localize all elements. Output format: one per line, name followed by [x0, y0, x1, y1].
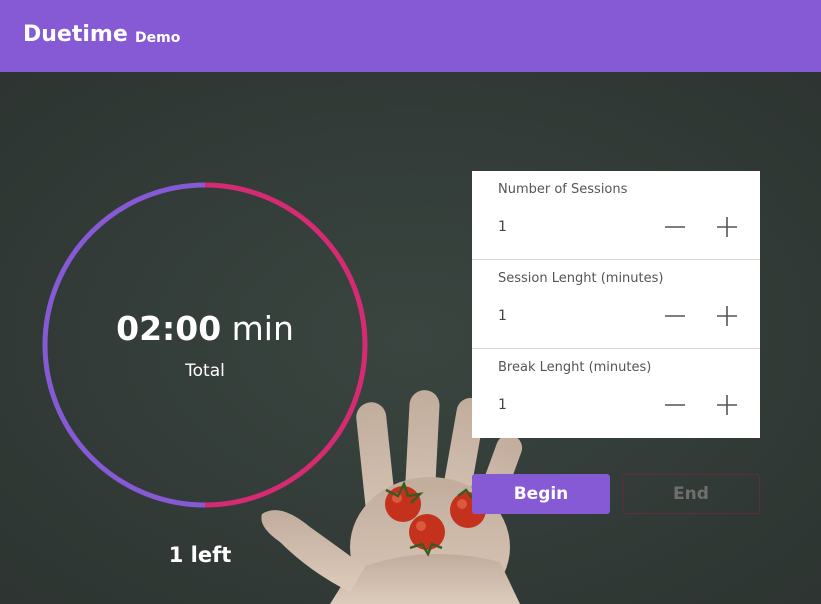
- settings-panel: Number of Sessions 1 Session Lenght (min…: [472, 171, 760, 438]
- timer-display: 02:00 min: [40, 309, 370, 349]
- timer-total-label: Total: [185, 361, 225, 381]
- end-button[interactable]: End: [622, 474, 760, 514]
- setting-row-session-length: Session Lenght (minutes) 1: [472, 260, 760, 349]
- setting-row-number-of-sessions: Number of Sessions 1: [472, 171, 760, 260]
- minus-icon[interactable]: [662, 214, 688, 240]
- begin-button[interactable]: Begin: [472, 474, 610, 514]
- setting-label: Session Lenght (minutes): [498, 271, 664, 286]
- plus-icon[interactable]: [714, 392, 740, 418]
- setting-label: Break Lenght (minutes): [498, 360, 652, 375]
- setting-value: 1: [498, 219, 507, 235]
- setting-label: Number of Sessions: [498, 182, 628, 197]
- minus-icon[interactable]: [662, 303, 688, 329]
- plus-icon[interactable]: [714, 303, 740, 329]
- timer-time-value: 02:00: [116, 309, 222, 348]
- setting-row-break-length: Break Lenght (minutes) 1: [472, 349, 760, 438]
- app-header: Duetime Demo: [0, 0, 821, 72]
- app-title: Duetime: [23, 22, 128, 47]
- minus-icon[interactable]: [662, 392, 688, 418]
- sessions-left-label: 1 left: [168, 543, 232, 567]
- timer-time-unit: min: [231, 309, 294, 348]
- plus-icon[interactable]: [714, 214, 740, 240]
- app-subtitle: Demo: [135, 30, 181, 46]
- setting-value: 1: [498, 397, 507, 413]
- setting-value: 1: [498, 308, 507, 324]
